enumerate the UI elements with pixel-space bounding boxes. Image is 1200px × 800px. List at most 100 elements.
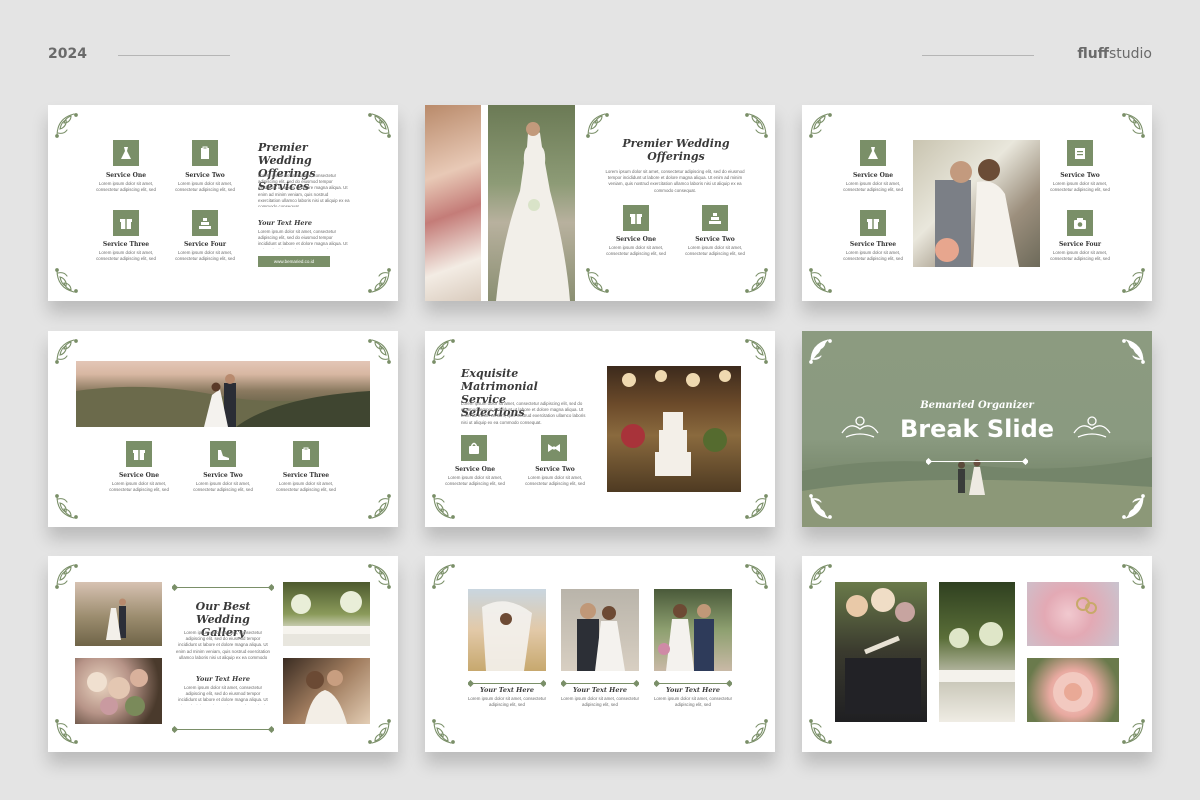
year-label: 2024	[48, 46, 87, 62]
service-three-label: Service Three	[102, 241, 150, 248]
header-bar: 2024 fluffstudio	[0, 0, 1200, 110]
ornament-icon	[364, 493, 392, 521]
ornament-icon	[1118, 562, 1146, 590]
website-button[interactable]: www.bemaried.co.id	[258, 256, 330, 267]
service-one-text: Lorem ipsum dolor sit amet, consectetur …	[445, 475, 505, 487]
ornament-icon	[364, 267, 392, 295]
clipboard-icon	[1067, 140, 1093, 166]
flourish-right-icon	[1070, 411, 1114, 441]
bride-photo	[488, 105, 575, 301]
your-text-heading: Your Text Here	[258, 219, 313, 227]
ornament-icon	[431, 337, 459, 365]
ornament-icon	[431, 562, 459, 590]
service-one-label: Service One	[105, 172, 147, 179]
service-four-text: Lorem ipsum dolor sit amet, consectetur …	[1050, 250, 1110, 262]
ornament-icon	[741, 337, 769, 365]
couple-photo	[913, 140, 1040, 267]
service-two-label: Service Two	[203, 472, 243, 479]
your-text-heading: Your Text Here	[195, 675, 251, 683]
service-one-text: Lorem ipsum dolor sit amet, consectetur …	[843, 181, 903, 193]
clipboard-icon	[192, 140, 218, 166]
gift-icon	[113, 210, 139, 236]
slide-2-offerings[interactable]: Premier Wedding Offerings Lorem ipsum do…	[425, 105, 775, 301]
ornament-icon	[741, 493, 769, 521]
cake-icon	[192, 210, 218, 236]
wedding-cake-photo	[607, 366, 741, 492]
ornament-icon	[741, 267, 769, 295]
cake-icon	[702, 205, 728, 231]
brand-logo: fluffstudio	[1077, 46, 1152, 62]
gift-icon	[860, 210, 886, 236]
photo-confetti-couple	[654, 589, 732, 671]
ornament-icon	[54, 267, 82, 295]
divider-ornament	[652, 674, 734, 688]
your-text-paragraph: Lorem ipsum dolor sit amet, consectetur …	[258, 229, 348, 249]
gallery-photo-bouquet	[75, 658, 162, 724]
header-rule-right	[922, 55, 1034, 56]
service-two-text: Lorem ipsum dolor sit amet, consectetur …	[1050, 181, 1110, 193]
slide-2-title: Premier Wedding Offerings	[622, 137, 730, 163]
slide-7-gallery[interactable]: Our Best Wedding Gallery Lorem ipsum dol…	[48, 556, 398, 752]
caption-one-text: Lorem ipsum dolor sit amet, consectetur …	[467, 696, 547, 708]
divider-ornament	[170, 578, 276, 592]
service-one-label: Service One	[852, 172, 894, 179]
gift-icon	[623, 205, 649, 231]
dress-icon	[113, 140, 139, 166]
slide-5-matrimonial[interactable]: Exquisite Matrimonial Service Selections…	[425, 331, 775, 527]
header-rule-left	[118, 55, 230, 56]
service-one-text: Lorem ipsum dolor sit amet, consectetur …	[96, 181, 156, 193]
service-one-label: Service One	[118, 472, 160, 479]
ornament-icon	[1118, 111, 1146, 139]
slide-1-services-grid[interactable]: Service One Lorem ipsum dolor sit amet, …	[48, 105, 398, 301]
service-two-label: Service Two	[535, 466, 575, 473]
caption-two-text: Lorem ipsum dolor sit amet, consectetur …	[560, 696, 640, 708]
shoe-icon	[210, 441, 236, 467]
photo-reception-table	[939, 582, 1015, 722]
slide-6-break[interactable]: Bemaried Organizer Break Slide	[802, 331, 1152, 527]
bow-icon	[541, 435, 567, 461]
clipboard-icon	[293, 441, 319, 467]
service-three-label: Service Three	[849, 241, 897, 248]
service-three-text: Lorem ipsum dolor sit amet, consectetur …	[96, 250, 156, 262]
ornament-icon	[54, 493, 82, 521]
service-four-label: Service Four	[1058, 241, 1102, 248]
slide-5-paragraph: Lorem ipsum dolor sit amet, consectetur …	[461, 401, 586, 425]
service-three-text: Lorem ipsum dolor sit amet, consectetur …	[843, 250, 903, 262]
slide-2-paragraph: Lorem ipsum dolor sit amet, consectetur …	[605, 169, 745, 193]
ornament-icon	[808, 111, 836, 139]
slide-8-three-photos[interactable]: Your Text Here Lorem ipsum dolor sit ame…	[425, 556, 775, 752]
caption-two-heading: Your Text Here	[572, 686, 628, 694]
gallery-photo-table-setting	[283, 582, 370, 646]
ornament-icon	[741, 111, 769, 139]
slide-9-photo-collage[interactable]	[802, 556, 1152, 752]
landscape-couple-photo	[76, 361, 370, 427]
divider-ornament	[170, 720, 276, 734]
photo-rings-flower	[1027, 582, 1119, 646]
photo-dahlia	[1027, 658, 1119, 722]
slide-4-banner-services[interactable]: Service One Lorem ipsum dolor sit amet, …	[48, 331, 398, 527]
ornament-icon	[585, 267, 613, 295]
divider-ornament	[559, 674, 641, 688]
service-two-label: Service Two	[695, 236, 735, 243]
caption-three-heading: Your Text Here	[665, 686, 721, 694]
ornament-icon	[808, 718, 836, 746]
divider-ornament	[924, 452, 1030, 466]
flourish-left-icon	[838, 411, 882, 441]
photo-veil-couple	[468, 589, 546, 671]
slide-3-services-photo[interactable]: Service One Lorem ipsum dolor sit amet, …	[802, 105, 1152, 301]
service-two-label: Service Two	[185, 172, 225, 179]
service-two-text: Lorem ipsum dolor sit amet, consectetur …	[193, 481, 253, 493]
gallery-photo-couple-embrace	[283, 658, 370, 724]
caption-one-heading: Your Text Here	[479, 686, 535, 694]
service-two-text: Lorem ipsum dolor sit amet, consectetur …	[685, 245, 745, 257]
dress-icon	[860, 140, 886, 166]
bag-icon	[461, 435, 487, 461]
caption-three-text: Lorem ipsum dolor sit amet, consectetur …	[653, 696, 733, 708]
ornament-icon	[741, 562, 769, 590]
ornament-icon	[431, 493, 459, 521]
camera-icon	[1067, 210, 1093, 236]
slide-1-paragraph: Lorem ipsum dolor sit amet, consectetur …	[258, 173, 350, 207]
divider-ornament	[466, 674, 548, 688]
brand-light: studio	[1109, 46, 1152, 62]
ornament-icon	[364, 111, 392, 139]
